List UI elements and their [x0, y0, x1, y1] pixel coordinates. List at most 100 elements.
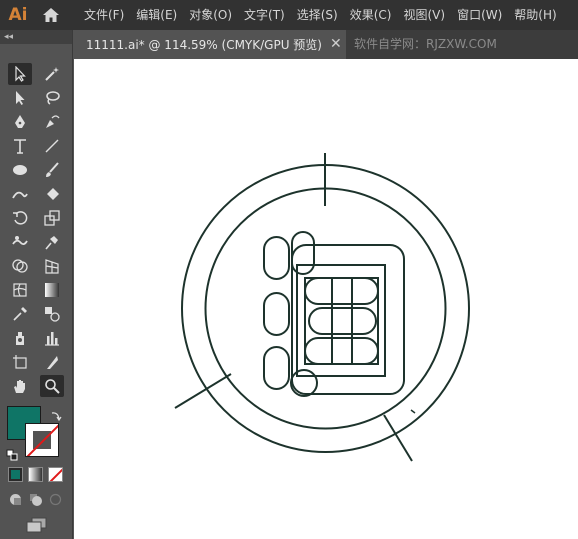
- line-segment-tool[interactable]: [40, 135, 64, 157]
- column-graph-icon: [45, 332, 59, 346]
- mesh-icon: [13, 283, 27, 297]
- close-tab-icon[interactable]: ✕: [330, 30, 342, 59]
- tools-panel-collapse[interactable]: ◂◂: [0, 30, 72, 44]
- draw-normal-icon: [10, 494, 21, 505]
- default-colors-icon: [6, 449, 18, 461]
- top-connector-pill: [291, 231, 315, 275]
- direct-selection-icon: [16, 91, 25, 105]
- menu-window[interactable]: 窗口(W): [451, 0, 508, 30]
- type-tool[interactable]: [8, 135, 32, 157]
- menu-effect[interactable]: 效果(C): [344, 0, 398, 30]
- symbol-sprayer-tool[interactable]: [8, 327, 32, 349]
- blend-icon: [45, 307, 60, 322]
- lasso-icon: [46, 91, 60, 105]
- default-colors-button[interactable]: [6, 446, 18, 461]
- magic-wand-icon: [45, 67, 59, 81]
- artwork: [174, 153, 470, 462]
- color-mode-icon: [11, 470, 20, 479]
- eyedropper-tool[interactable]: [8, 303, 32, 325]
- scale-tool[interactable]: [40, 207, 64, 229]
- shape-builder-tool[interactable]: [8, 255, 32, 277]
- mesh-tool[interactable]: [8, 279, 32, 301]
- color-mode-button[interactable]: [8, 467, 23, 482]
- menu-type[interactable]: 文字(T): [238, 0, 291, 30]
- type-icon: [14, 139, 26, 154]
- document-tab-bar: 11111.ai* @ 114.59% (CMYK/GPU 预览) ✕ 软件自学…: [74, 30, 578, 59]
- menu-help[interactable]: 帮助(H): [508, 0, 562, 30]
- paintbrush-icon: [46, 162, 59, 177]
- menu-edit[interactable]: 编辑(E): [130, 0, 183, 30]
- ellipse-icon: [13, 165, 27, 175]
- pin-icon: [45, 236, 58, 250]
- ellipse-tool[interactable]: [8, 159, 32, 181]
- left-pill-bottom: [263, 346, 290, 390]
- scale-icon: [44, 210, 60, 226]
- zoom-tool[interactable]: [40, 375, 64, 397]
- draw-behind-icon: [30, 494, 42, 506]
- screen-mode-icon: [26, 517, 47, 533]
- slice-knife-icon: [47, 356, 58, 369]
- swap-fill-stroke-button[interactable]: [50, 407, 62, 422]
- swap-arrow-icon: [51, 412, 62, 422]
- gradient-tool[interactable]: [40, 279, 64, 301]
- hand-tool[interactable]: [8, 375, 32, 397]
- stray-mark: [410, 409, 416, 414]
- gradient-icon: [45, 283, 59, 297]
- left-pill-top: [263, 236, 290, 280]
- document-tab-title: 11111.ai* @ 114.59% (CMYK/GPU 预览): [86, 38, 322, 52]
- grid-pill-row-1: [304, 277, 379, 305]
- curvature-tool[interactable]: [40, 111, 64, 133]
- menu-file[interactable]: 文件(F): [78, 0, 130, 30]
- curvature-pen-icon: [46, 115, 60, 128]
- puppet-warp-icon: [12, 236, 28, 246]
- menu-list: 文件(F) 编辑(E) 对象(O) 文字(T) 选择(S) 效果(C) 视图(V…: [78, 0, 563, 30]
- menu-object[interactable]: 对象(O): [183, 0, 238, 30]
- watermark-text: 软件自学网：RJZXW.COM: [354, 37, 497, 51]
- selection-tool[interactable]: [8, 63, 32, 85]
- menu-view[interactable]: 视图(V): [397, 0, 451, 30]
- artboard-icon: [13, 355, 27, 369]
- bottom-connector-circle: [290, 369, 318, 397]
- eyedropper-icon: [13, 307, 27, 321]
- app-logo: Ai: [8, 5, 28, 25]
- perspective-grid-icon: [45, 259, 59, 274]
- screen-mode-button[interactable]: [24, 516, 50, 534]
- direct-selection-tool[interactable]: [8, 87, 32, 109]
- magic-wand-tool[interactable]: [40, 63, 64, 85]
- draw-behind-button[interactable]: [28, 492, 43, 507]
- none-icon: [49, 468, 62, 481]
- pin-tool[interactable]: [40, 231, 64, 253]
- pen-tool[interactable]: [8, 111, 32, 133]
- artboard-tool[interactable]: [8, 351, 32, 373]
- gradient-mode-button[interactable]: [28, 467, 43, 482]
- artboard-canvas[interactable]: [74, 59, 578, 539]
- rotate-tool[interactable]: [8, 207, 32, 229]
- perspective-grid-tool[interactable]: [40, 255, 64, 277]
- draw-inside-button[interactable]: [48, 492, 63, 507]
- home-button[interactable]: [36, 0, 66, 30]
- shaper-tool[interactable]: [8, 183, 32, 205]
- document-tab[interactable]: 11111.ai* @ 114.59% (CMYK/GPU 预览) ✕: [74, 30, 346, 59]
- puppet-warp-tool[interactable]: [8, 231, 32, 253]
- paintbrush-tool[interactable]: [40, 159, 64, 181]
- none-stroke-icon: [26, 424, 58, 456]
- draw-normal-button[interactable]: [8, 492, 23, 507]
- illustrator-window: Ai 文件(F) 编辑(E) 对象(O) 文字(T) 选择(S) 效果(C) 视…: [0, 0, 578, 539]
- left-tick-line: [174, 373, 232, 409]
- blend-tool[interactable]: [40, 303, 64, 325]
- stroke-swatch[interactable]: [25, 423, 59, 457]
- menu-select[interactable]: 选择(S): [291, 0, 344, 30]
- none-mode-button[interactable]: [48, 467, 63, 482]
- tools-panel: ◂◂: [0, 30, 73, 539]
- column-graph-tool[interactable]: [40, 327, 64, 349]
- pen-icon: [15, 115, 25, 128]
- zoom-magnifier-icon: [45, 379, 60, 394]
- selection-arrow-icon: [15, 66, 26, 82]
- left-pill-middle: [263, 292, 290, 336]
- line-segment-icon: [45, 139, 59, 153]
- symbol-sprayer-icon: [16, 332, 24, 345]
- eraser-tool[interactable]: [40, 183, 64, 205]
- home-icon: [43, 8, 59, 22]
- slice-tool[interactable]: [40, 351, 64, 373]
- lasso-tool[interactable]: [40, 87, 64, 109]
